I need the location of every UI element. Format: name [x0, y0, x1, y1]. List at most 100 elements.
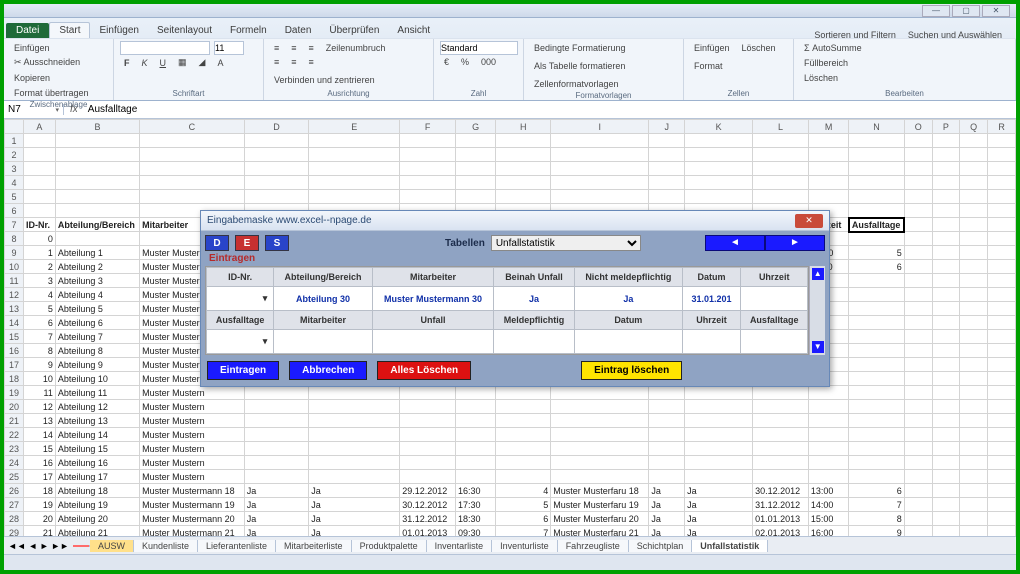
form-input[interactable]	[741, 287, 808, 311]
header-cell[interactable]: Abteilung/Bereich	[55, 218, 139, 232]
row-header[interactable]: 25	[5, 470, 24, 484]
row-header[interactable]: 12	[5, 288, 24, 302]
sheet-tab[interactable]: Fahrzeugliste	[558, 540, 629, 552]
form-input[interactable]	[574, 330, 682, 354]
merge-button[interactable]: Verbinden und zentrieren	[270, 73, 379, 87]
col-header[interactable]: N	[849, 120, 904, 134]
copy-button[interactable]: Kopieren	[10, 71, 54, 85]
tab-pagelayout[interactable]: Seitenlayout	[148, 23, 221, 38]
tab-formulas[interactable]: Formeln	[221, 23, 276, 38]
percent-icon[interactable]: %	[457, 55, 473, 69]
tab-review[interactable]: Überprüfen	[320, 23, 388, 38]
row-header[interactable]: 3	[5, 162, 24, 176]
fill-color-button[interactable]: ◢	[195, 55, 210, 70]
row-header[interactable]: 2	[5, 148, 24, 162]
row-header[interactable]: 5	[5, 190, 24, 204]
autosum-button[interactable]: Σ AutoSumme	[800, 41, 866, 55]
row-header[interactable]: 11	[5, 274, 24, 288]
form-input[interactable]	[741, 330, 808, 354]
col-header[interactable]: D	[244, 120, 308, 134]
nav-prev-button[interactable]: ◄	[705, 235, 765, 251]
row-header[interactable]: 16	[5, 344, 24, 358]
tabellen-select[interactable]: Unfallstatistik	[491, 235, 641, 251]
col-header[interactable]: J	[649, 120, 685, 134]
header-cell[interactable]: Ausfalltage	[849, 218, 904, 232]
row-header[interactable]: 28	[5, 512, 24, 526]
sheet-tab[interactable]: Mitarbeiterliste	[276, 540, 352, 552]
row-header[interactable]: 6	[5, 204, 24, 218]
insert-cells-button[interactable]: Einfügen	[690, 41, 734, 55]
comma-icon[interactable]: 000	[477, 55, 500, 69]
form-input[interactable]	[682, 330, 740, 354]
abbrechen-button[interactable]: Abbrechen	[289, 361, 367, 380]
formula-input[interactable]: Ausfalltage	[84, 104, 1016, 115]
form-input[interactable]: ▾	[207, 287, 274, 311]
form-input[interactable]	[274, 330, 372, 354]
form-input[interactable]	[372, 330, 493, 354]
row-header[interactable]: 8	[5, 232, 24, 246]
col-header[interactable]	[5, 120, 24, 134]
header-cell[interactable]: ID-Nr.	[23, 218, 55, 232]
col-header[interactable]: O	[904, 120, 932, 134]
col-header[interactable]: P	[932, 120, 960, 134]
row-header[interactable]: 9	[5, 246, 24, 260]
wrap-text-button[interactable]: Zeilenumbruch	[322, 41, 390, 55]
scroll-up-icon[interactable]: ▲	[812, 268, 824, 280]
font-family-combo[interactable]	[120, 41, 210, 55]
tab-data[interactable]: Daten	[276, 23, 321, 38]
sheet-tab[interactable]: Kundenliste	[134, 540, 198, 552]
col-header[interactable]: I	[551, 120, 649, 134]
row-header[interactable]: 20	[5, 400, 24, 414]
row-header[interactable]: 27	[5, 498, 24, 512]
sheet-tab[interactable]: Unfallstatistik	[692, 540, 768, 552]
nav-next-button[interactable]: ►	[765, 235, 825, 251]
dialog-titlebar[interactable]: Eingabemaske www.excel--npage.de ✕	[201, 211, 829, 231]
align-left-icon[interactable]: ≡	[270, 55, 283, 69]
name-box[interactable]: N7	[4, 104, 64, 115]
delete-cells-button[interactable]: Löschen	[738, 41, 780, 55]
align-right-icon[interactable]: ≡	[305, 55, 318, 69]
bold-button[interactable]: F	[120, 56, 134, 70]
sort-filter-button[interactable]: Sortieren und Filtern	[810, 28, 900, 42]
row-header[interactable]: 22	[5, 428, 24, 442]
sheet-tab[interactable]	[73, 545, 90, 547]
row-header[interactable]: 18	[5, 372, 24, 386]
col-header[interactable]: F	[400, 120, 456, 134]
tab-start[interactable]: Start	[49, 22, 90, 38]
dialog-close-button[interactable]: ✕	[795, 214, 823, 228]
currency-icon[interactable]: €	[440, 55, 453, 69]
cut-button[interactable]: ✂ Ausschneiden	[10, 55, 84, 70]
col-header[interactable]: G	[455, 120, 495, 134]
col-header[interactable]: B	[55, 120, 139, 134]
form-input[interactable]: Ja	[574, 287, 682, 311]
row-header[interactable]: 19	[5, 386, 24, 400]
row-header[interactable]: 7	[5, 218, 24, 232]
tab-view[interactable]: Ansicht	[388, 23, 439, 38]
dialog-scrollbar[interactable]: ▲ ▼	[809, 266, 825, 355]
font-size-combo[interactable]	[214, 41, 244, 55]
e-button[interactable]: E	[235, 235, 259, 251]
row-header[interactable]: 1	[5, 134, 24, 148]
paste-button[interactable]: Einfügen	[10, 41, 54, 55]
format-cells-button[interactable]: Format	[690, 59, 727, 73]
col-header[interactable]: H	[496, 120, 551, 134]
maximize-button[interactable]: ▢	[952, 5, 980, 17]
col-header[interactable]: E	[309, 120, 400, 134]
row-header[interactable]: 14	[5, 316, 24, 330]
form-input[interactable]	[494, 330, 574, 354]
format-painter-button[interactable]: Format übertragen	[10, 86, 93, 100]
sheet-tab[interactable]: Inventarliste	[427, 540, 493, 552]
align-top-icon[interactable]: ≡	[270, 41, 283, 55]
sheet-tab[interactable]: Produktpalette	[352, 540, 427, 552]
form-input[interactable]: ▾	[207, 330, 274, 354]
underline-button[interactable]: U	[156, 56, 171, 70]
col-header[interactable]: K	[685, 120, 753, 134]
sheet-tab[interactable]: Inventurliste	[492, 540, 558, 552]
s-button[interactable]: S	[265, 235, 289, 251]
col-header[interactable]: M	[808, 120, 849, 134]
row-header[interactable]: 17	[5, 358, 24, 372]
row-header[interactable]: 24	[5, 456, 24, 470]
row-header[interactable]: 13	[5, 302, 24, 316]
clear-button[interactable]: Löschen	[800, 71, 842, 85]
col-header[interactable]: A	[23, 120, 55, 134]
